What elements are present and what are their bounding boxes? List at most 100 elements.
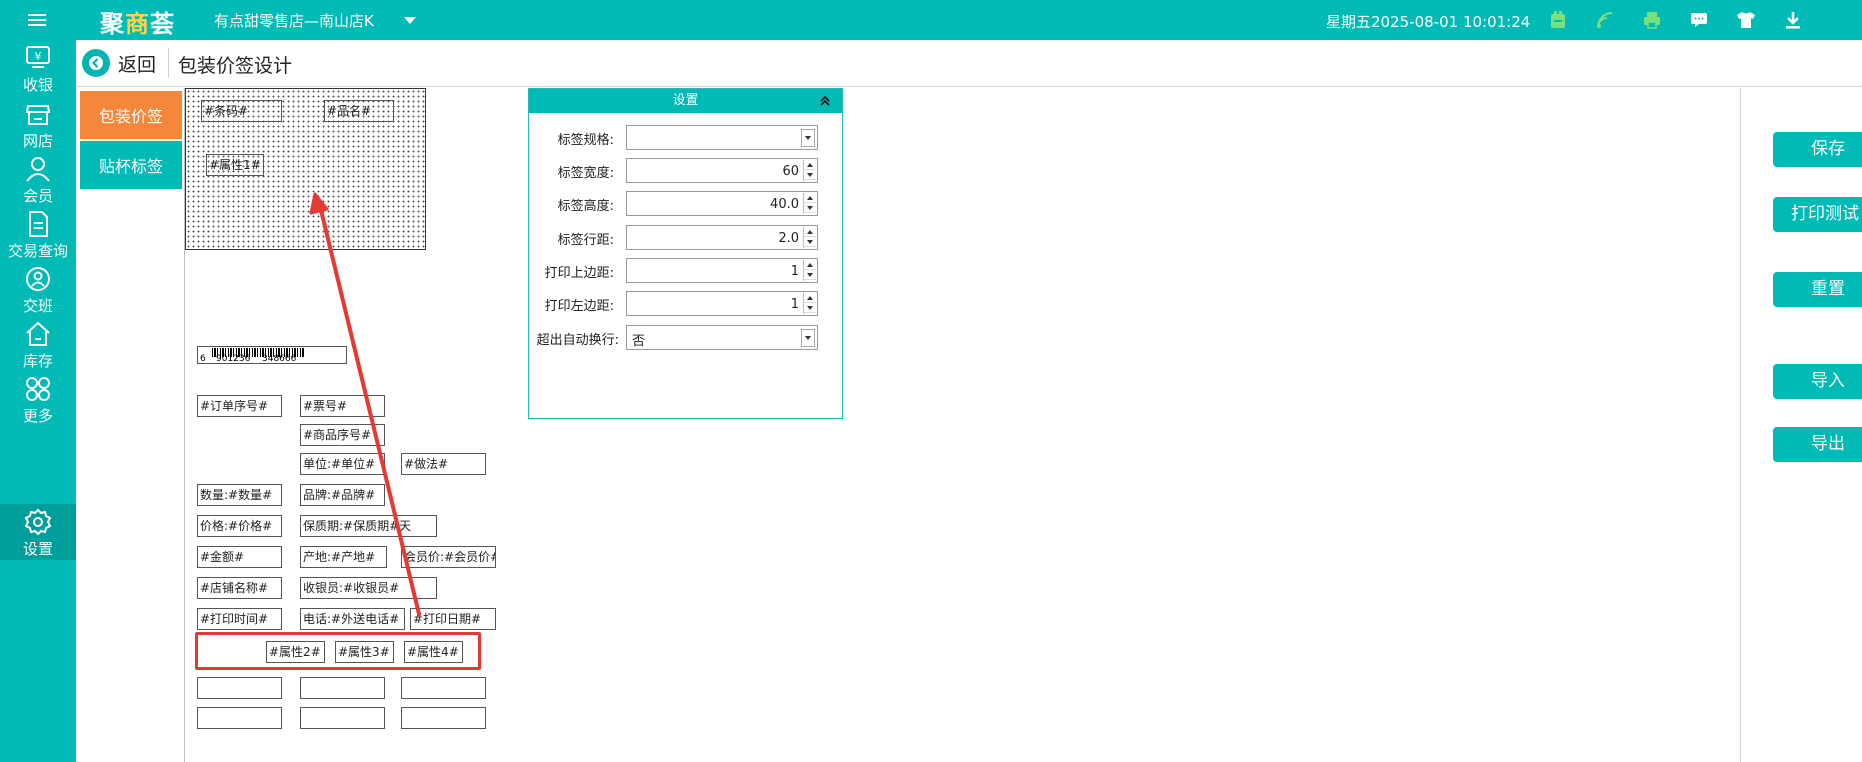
spinner-down-icon[interactable]: [804, 270, 816, 280]
spinner[interactable]: [803, 227, 816, 248]
width-input[interactable]: 60: [626, 158, 818, 183]
settings-panel: 设置 标签规格: 标签宽度: 60 标签高度: 40.0 标签行距: 2.0 打…: [528, 88, 843, 419]
grid-icon: [26, 377, 50, 401]
palette-empty-field[interactable]: [197, 677, 282, 699]
annotation-highlight-box: [195, 632, 481, 670]
sidebar-item-cashier[interactable]: ¥ 收银: [0, 40, 76, 98]
user-icon: [26, 157, 50, 182]
spinner[interactable]: [803, 293, 816, 314]
palette-amount[interactable]: #金额#: [197, 546, 282, 568]
palette-empty-field[interactable]: [300, 707, 385, 729]
yen-icon: ¥: [26, 46, 50, 68]
divider: [1740, 88, 1741, 762]
collapse-up-icon[interactable]: [818, 93, 832, 107]
sidebar-item-inventory[interactable]: 库存: [0, 316, 76, 374]
download-icon[interactable]: [1781, 8, 1805, 32]
spinner-down-icon[interactable]: [804, 203, 816, 213]
spec-select[interactable]: [626, 125, 818, 150]
top-bar: 聚商荟 有点甜零售店—南山店K 星期五2025-08-01 10:01:24: [0, 0, 1862, 40]
spinner[interactable]: [803, 260, 816, 281]
palette-price[interactable]: 价格:#价格#: [197, 515, 282, 537]
spinner-up-icon[interactable]: [804, 293, 816, 303]
label-width: 标签宽度:: [557, 166, 614, 181]
sidebar-item-settings[interactable]: 设置: [0, 504, 76, 560]
sidebar-item-member[interactable]: 会员: [0, 151, 76, 209]
spinner-up-icon[interactable]: [804, 160, 816, 170]
palette-method[interactable]: #做法#: [401, 453, 486, 475]
spinner-down-icon[interactable]: [804, 303, 816, 313]
store-selector[interactable]: 有点甜零售店—南山店K: [214, 10, 374, 31]
label-top-margin: 打印上边距:: [544, 266, 614, 281]
header-divider: [168, 48, 169, 78]
height-input[interactable]: 40.0: [626, 191, 818, 216]
spinner-down-icon[interactable]: [804, 237, 816, 247]
palette-shelf-life[interactable]: 保质期:#保质期#天: [300, 515, 437, 537]
chevron-down-icon[interactable]: [404, 17, 416, 24]
palette-phone[interactable]: 电话:#外送电话#: [300, 608, 405, 630]
sidebar-item-more[interactable]: 更多: [0, 371, 76, 429]
printer-icon[interactable]: [1640, 8, 1664, 32]
palette-empty-field[interactable]: [300, 677, 385, 699]
label-left-margin: 打印左边距:: [544, 299, 614, 314]
svg-text:¥: ¥: [35, 50, 42, 63]
auto-wrap-select[interactable]: 否: [626, 325, 818, 350]
spinner-down-icon[interactable]: [804, 170, 816, 180]
shirt-icon[interactable]: [1734, 8, 1758, 32]
canvas-field-barcode[interactable]: #条码#: [201, 100, 282, 122]
canvas-field-attr1[interactable]: #属性1#: [206, 154, 264, 176]
palette-qty[interactable]: 数量:#数量#: [197, 484, 282, 506]
gear-icon: [24, 508, 52, 536]
palette-print-date[interactable]: #打印日期#: [410, 608, 496, 630]
spinner[interactable]: [803, 193, 816, 214]
palette-order-no[interactable]: #订单序号#: [197, 395, 282, 417]
palette-item-no[interactable]: #商品序号#: [300, 424, 385, 446]
import-button[interactable]: 导入: [1773, 364, 1862, 399]
palette-ticket-no[interactable]: #票号#: [300, 395, 385, 417]
top-margin-input[interactable]: 1: [626, 258, 818, 283]
palette-brand[interactable]: 品牌:#品牌#: [300, 484, 385, 506]
dropdown-arrow-icon[interactable]: [801, 129, 815, 147]
palette-cashier[interactable]: 收银员:#收银员#: [300, 577, 437, 599]
sidebar: ¥ 收银 网店 会员 交易查询 交班 库存 更多 设置: [0, 40, 76, 762]
label-height: 标签高度:: [557, 199, 614, 214]
print-test-button[interactable]: 打印测试: [1773, 197, 1862, 232]
datetime: 星期五2025-08-01 10:01:24: [1326, 13, 1531, 31]
page-header: 返回 包装价签设计: [76, 40, 1862, 87]
spinner-up-icon[interactable]: [804, 193, 816, 203]
spinner-up-icon[interactable]: [804, 260, 816, 270]
label-auto-wrap: 超出自动换行:: [536, 333, 619, 348]
palette-member-price[interactable]: 会员价:#会员价#: [401, 546, 496, 568]
sidebar-item-shift[interactable]: 交班: [0, 261, 76, 319]
palette-unit[interactable]: 单位:#单位#: [300, 453, 385, 475]
tab-package-label[interactable]: 包装价签: [80, 91, 182, 139]
sidebar-item-transactions[interactable]: 交易查询: [0, 206, 76, 264]
label-canvas[interactable]: #条码# #品名# #属性1#: [185, 88, 426, 250]
palette-print-time[interactable]: #打印时间#: [197, 608, 282, 630]
spinner[interactable]: [803, 160, 816, 181]
canvas-field-name[interactable]: #品名#: [324, 100, 394, 122]
palette-empty-field[interactable]: [401, 677, 486, 699]
battery-icon[interactable]: [1546, 8, 1570, 32]
shift-handover-icon: [26, 267, 50, 291]
palette-origin[interactable]: 产地:#产地#: [300, 546, 387, 568]
dropdown-arrow-icon[interactable]: [801, 329, 815, 347]
sidebar-item-webstore[interactable]: 网店: [0, 96, 76, 154]
message-icon[interactable]: [1687, 8, 1711, 32]
menu-icon[interactable]: [28, 11, 46, 29]
app-logo: 聚商荟: [100, 10, 175, 38]
spacing-input[interactable]: 2.0: [626, 225, 818, 250]
tab-cup-label[interactable]: 贴杯标签: [80, 141, 182, 189]
reset-button[interactable]: 重置: [1773, 272, 1862, 307]
export-button[interactable]: 导出: [1773, 427, 1862, 462]
save-button[interactable]: 保存: [1773, 132, 1862, 167]
wifi-icon[interactable]: [1593, 8, 1617, 32]
left-margin-input[interactable]: 1: [626, 291, 818, 316]
top-toolbar: [1546, 8, 1828, 32]
spinner-up-icon[interactable]: [804, 227, 816, 237]
store-icon: [25, 105, 51, 125]
palette-empty-field[interactable]: [197, 707, 282, 729]
palette-barcode[interactable]: 6 901236 348666: [197, 346, 347, 364]
back-button[interactable]: 返回: [82, 48, 156, 78]
palette-store-name[interactable]: #店铺名称#: [197, 577, 282, 599]
palette-empty-field[interactable]: [401, 707, 486, 729]
